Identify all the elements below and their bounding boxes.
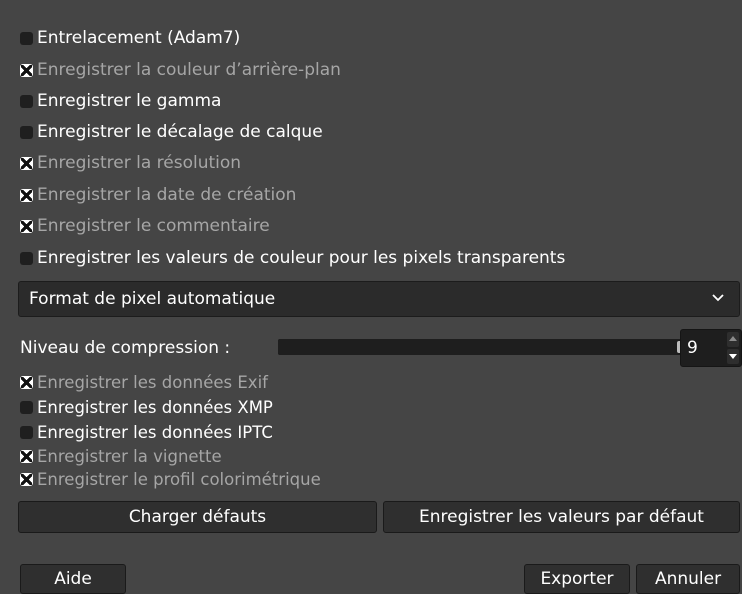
option-save-thumbnail[interactable]: Enregistrer la vignette — [20, 447, 222, 466]
checkbox[interactable] — [20, 63, 33, 77]
compression-row: Niveau de compression : 9 — [20, 329, 742, 367]
pixel-format-dropdown[interactable]: Format de pixel automatique — [18, 281, 740, 317]
option-save-exif[interactable]: Enregistrer les données Exif — [20, 373, 268, 392]
option-label: Enregistrer le gamma — [37, 91, 222, 111]
help-label: Aide — [54, 569, 92, 589]
option-save-resolution[interactable]: Enregistrer la résolution — [20, 153, 241, 173]
option-label: Entrelacement (Adam7) — [37, 28, 241, 48]
option-label: Enregistrer la résolution — [37, 153, 242, 173]
option-save-transparent-pixel-colors[interactable]: Enregistrer les valeurs de couleur pour … — [20, 248, 565, 268]
option-save-comment[interactable]: Enregistrer le commentaire — [20, 216, 270, 236]
checkbox[interactable] — [20, 376, 33, 389]
option-label: Enregistrer le décalage de calque — [37, 122, 323, 142]
increment-button[interactable] — [727, 332, 739, 347]
option-label: Enregistrer le profil colorimétrique — [37, 470, 321, 489]
option-label: Enregistrer les données Exif — [37, 373, 268, 392]
decrement-button[interactable] — [727, 349, 739, 364]
option-save-color-profile[interactable]: Enregistrer le profil colorimétrique — [20, 470, 321, 489]
load-defaults-button[interactable]: Charger défauts — [18, 501, 377, 533]
load-defaults-label: Charger défauts — [128, 507, 267, 527]
compression-slider[interactable] — [278, 339, 691, 355]
chevron-down-icon — [712, 294, 724, 302]
cancel-button[interactable]: Annuler — [636, 564, 740, 594]
option-save-creation-date[interactable]: Enregistrer la date de création — [20, 185, 296, 205]
compression-label: Niveau de compression : — [20, 338, 231, 358]
checkbox[interactable] — [20, 31, 33, 45]
cancel-label: Annuler — [654, 569, 722, 589]
option-save-background-color[interactable]: Enregistrer la couleur d’arrière-plan — [20, 60, 341, 80]
save-defaults-label: Enregistrer les valeurs par défaut — [419, 507, 704, 527]
export-label: Exporter — [540, 569, 614, 589]
checkbox[interactable] — [20, 473, 33, 486]
option-label: Enregistrer la date de création — [37, 185, 297, 205]
help-button[interactable]: Aide — [20, 564, 126, 594]
save-defaults-button[interactable]: Enregistrer les valeurs par défaut — [383, 501, 740, 533]
option-save-layer-offset[interactable]: Enregistrer le décalage de calque — [20, 122, 323, 142]
checkbox[interactable] — [20, 156, 33, 170]
chevron-down-icon — [729, 354, 737, 359]
checkbox[interactable] — [20, 401, 33, 414]
option-label: Enregistrer les données IPTC — [37, 423, 273, 442]
checkbox[interactable] — [20, 188, 33, 202]
compression-value: 9 — [687, 338, 698, 358]
export-button[interactable]: Exporter — [524, 564, 630, 594]
checkbox[interactable] — [20, 219, 33, 233]
checkbox[interactable] — [20, 251, 33, 265]
checkbox[interactable] — [20, 125, 33, 139]
checkbox[interactable] — [20, 426, 33, 439]
chevron-up-icon — [729, 336, 737, 341]
option-label: Enregistrer les données XMP — [37, 398, 273, 417]
option-label: Enregistrer la vignette — [37, 447, 222, 466]
option-label: Enregistrer le commentaire — [37, 216, 270, 236]
compression-slider-fill — [278, 339, 691, 355]
option-label: Enregistrer les valeurs de couleur pour … — [37, 248, 566, 268]
option-save-gamma[interactable]: Enregistrer le gamma — [20, 91, 221, 111]
checkbox[interactable] — [20, 450, 33, 463]
pixel-format-value: Format de pixel automatique — [29, 289, 276, 309]
checkbox[interactable] — [20, 94, 33, 108]
option-save-iptc[interactable]: Enregistrer les données IPTC — [20, 423, 273, 442]
option-label: Enregistrer la couleur d’arrière-plan — [37, 60, 341, 80]
option-interlace[interactable]: Entrelacement (Adam7) — [20, 28, 240, 48]
option-save-xmp[interactable]: Enregistrer les données XMP — [20, 398, 273, 417]
compression-spinbox[interactable]: 9 — [680, 329, 742, 367]
